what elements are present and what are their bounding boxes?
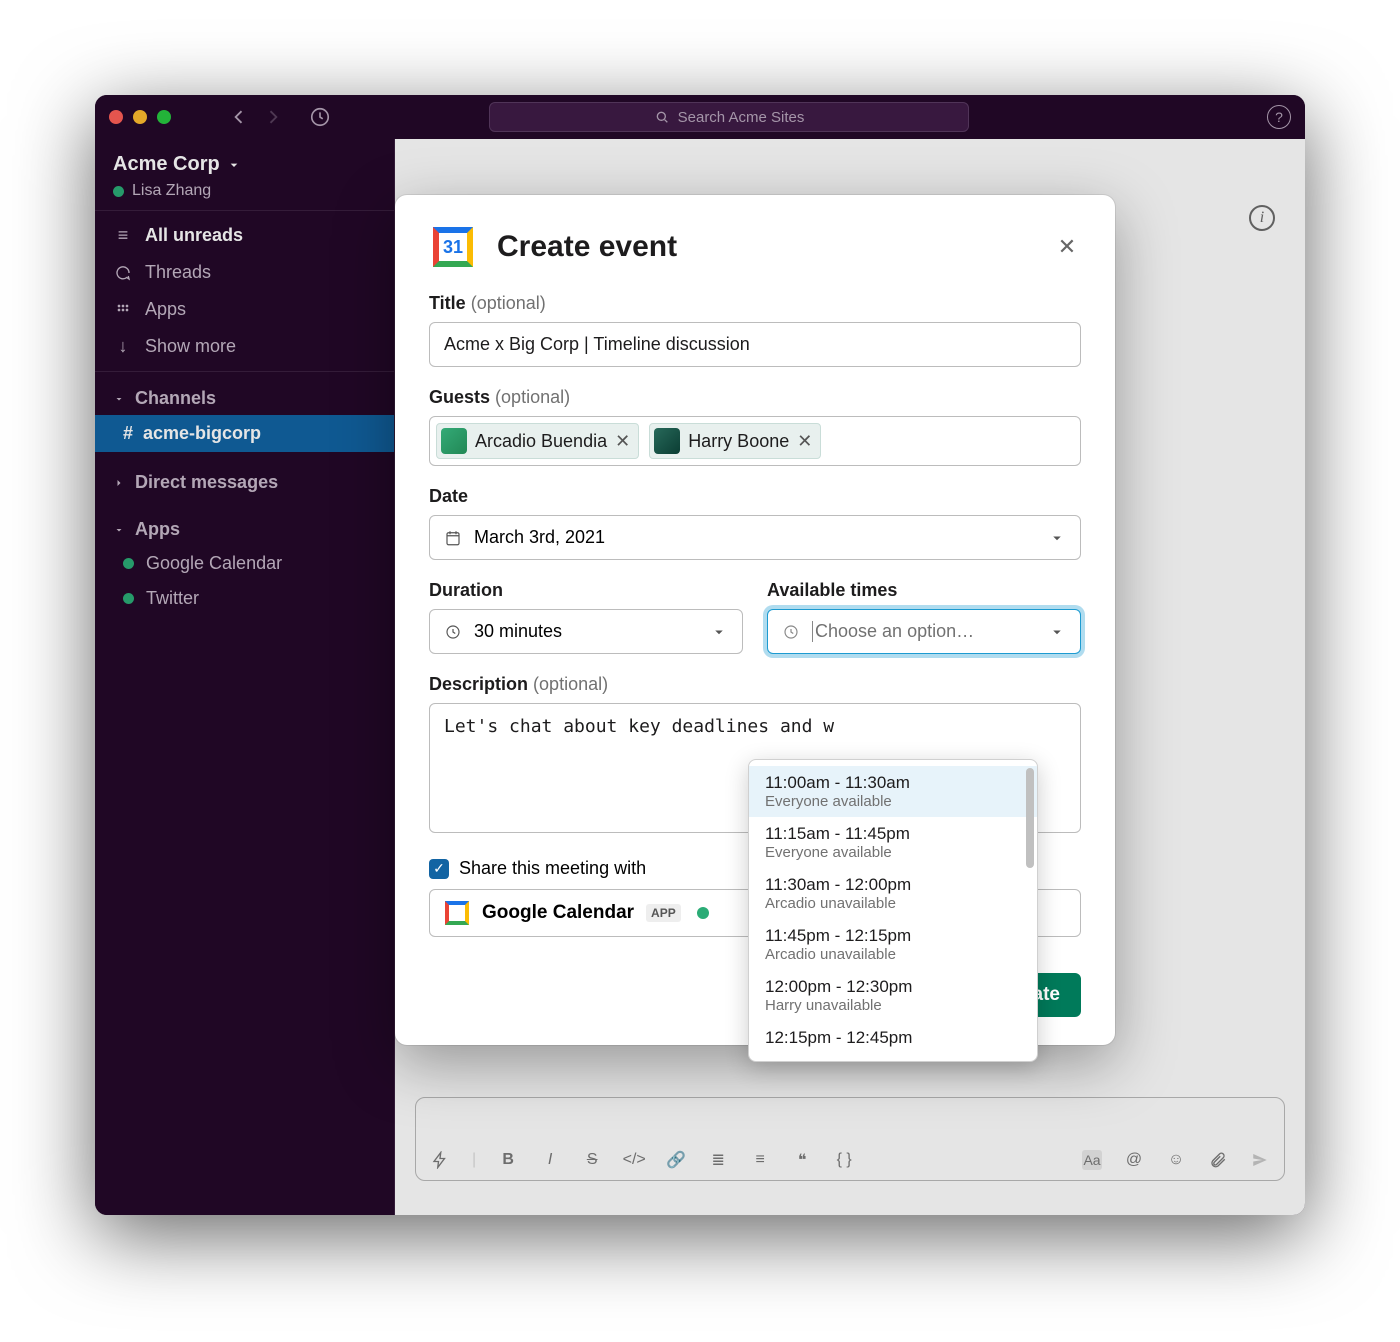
app-window: Search Acme Sites ? Acme Corp Lisa Zhang… xyxy=(95,95,1305,1215)
title-input[interactable] xyxy=(429,322,1081,367)
date-value: March 3rd, 2021 xyxy=(474,527,605,548)
optional-hint: (optional) xyxy=(495,387,570,407)
guests-input[interactable]: Arcadio Buendia ✕ Harry Boone ✕ xyxy=(429,416,1081,466)
row-duration-times: Duration 30 minutes Available times Choo… xyxy=(429,580,1081,654)
guest-chip-harry[interactable]: Harry Boone ✕ xyxy=(649,423,821,459)
desc-label: Description xyxy=(429,674,528,694)
share-checkbox[interactable]: ✓ xyxy=(429,859,449,879)
time-option[interactable]: 11:45pm - 12:15pmArcadio unavailable xyxy=(749,919,1037,970)
time-option[interactable]: 12:00pm - 12:30pmHarry unavailable xyxy=(749,970,1037,1021)
field-date: Date March 3rd, 2021 xyxy=(429,486,1081,560)
guest-chip-arcadio[interactable]: Arcadio Buendia ✕ xyxy=(436,423,639,459)
available-times-dropdown: 11:00am - 11:30amEveryone available 11:1… xyxy=(748,759,1038,1062)
share-target-name: Google Calendar xyxy=(482,902,634,924)
title-label: Title xyxy=(429,293,466,313)
chevron-down-icon xyxy=(1048,623,1066,641)
presence-dot-icon xyxy=(697,907,709,919)
time-option[interactable]: 11:00am - 11:30amEveryone available xyxy=(749,766,1037,817)
date-label: Date xyxy=(429,486,1081,507)
chevron-down-icon xyxy=(710,623,728,641)
field-duration: Duration 30 minutes xyxy=(429,580,743,654)
modal-title: Create event xyxy=(497,230,677,264)
time-option[interactable]: 11:15am - 11:45pmEveryone available xyxy=(749,817,1037,868)
avatar xyxy=(654,428,680,454)
remove-guest-icon[interactable]: ✕ xyxy=(797,431,812,452)
clock-icon xyxy=(782,623,800,641)
clock-icon xyxy=(444,623,462,641)
duration-label: Duration xyxy=(429,580,743,601)
time-option[interactable]: 11:30am - 12:00pmArcadio unavailable xyxy=(749,868,1037,919)
time-option[interactable]: 12:15pm - 12:45pm xyxy=(749,1021,1037,1055)
date-select[interactable]: March 3rd, 2021 xyxy=(429,515,1081,560)
optional-hint: (optional) xyxy=(471,293,546,313)
duration-value: 30 minutes xyxy=(474,621,562,642)
share-label: Share this meeting with xyxy=(459,858,646,879)
guests-label: Guests xyxy=(429,387,490,407)
available-times-select[interactable]: Choose an option… xyxy=(767,609,1081,654)
close-icon[interactable]: ✕ xyxy=(1053,233,1081,261)
field-title: Title (optional) xyxy=(429,293,1081,367)
avail-placeholder: Choose an option… xyxy=(812,621,974,642)
app-badge: APP xyxy=(646,904,681,922)
scrollbar[interactable] xyxy=(1026,768,1034,868)
guest-name: Arcadio Buendia xyxy=(475,431,607,452)
guest-name: Harry Boone xyxy=(688,431,789,452)
modal-header: 31 Create event ✕ xyxy=(429,223,1081,271)
remove-guest-icon[interactable]: ✕ xyxy=(615,431,630,452)
chevron-down-icon xyxy=(1048,529,1066,547)
optional-hint: (optional) xyxy=(533,674,608,694)
google-calendar-icon xyxy=(444,900,470,926)
calendar-icon xyxy=(444,529,462,547)
google-calendar-icon: 31 xyxy=(429,223,477,271)
avail-label: Available times xyxy=(767,580,1081,601)
avatar xyxy=(441,428,467,454)
create-event-modal: 31 Create event ✕ Title (optional) Guest… xyxy=(395,195,1115,1045)
field-available-times: Available times Choose an option… xyxy=(767,580,1081,654)
duration-select[interactable]: 30 minutes xyxy=(429,609,743,654)
field-guests: Guests (optional) Arcadio Buendia ✕ Harry… xyxy=(429,387,1081,466)
